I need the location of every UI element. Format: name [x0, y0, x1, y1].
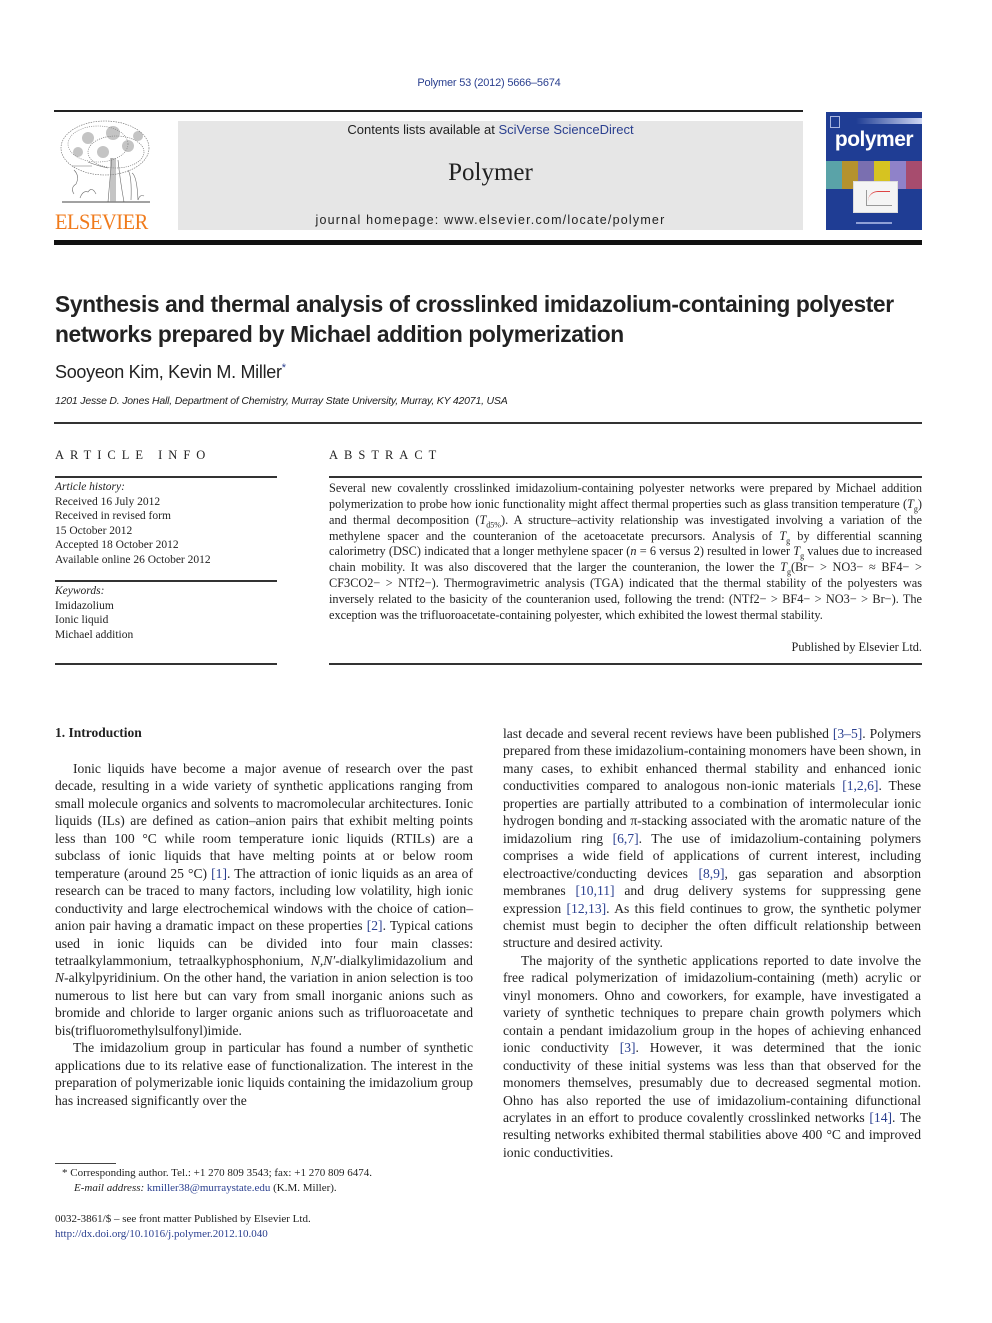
email-link[interactable]: kmiller38@murraystate.edu [147, 1182, 270, 1194]
cover-footer-mark [856, 222, 892, 224]
author-names: Sooyeon Kim, Kevin M. Miller [55, 362, 282, 382]
published-by: Published by Elsevier Ltd. [791, 640, 922, 654]
article-title: Synthesis and thermal analysis of crossl… [55, 291, 894, 347]
keyword: Michael addition [55, 628, 134, 641]
tg-symbol: T [780, 560, 787, 575]
journal-reference[interactable]: Polymer 53 (2012) 5666–5674 [0, 77, 978, 89]
citation-link[interactable]: [8,9] [698, 866, 724, 881]
keywords-label: Keywords: [55, 585, 105, 597]
abstract-text: Several new covalently crosslinked imida… [329, 481, 922, 624]
divider [55, 663, 277, 665]
front-matter: 0032-3861/$ – see front matter Published… [55, 1212, 311, 1242]
citation-link[interactable]: [3–5] [833, 726, 862, 741]
issn-line: 0032-3861/$ – see front matter Published… [55, 1213, 311, 1225]
divider [329, 476, 922, 478]
divider [329, 663, 922, 665]
paragraph: The majority of the synthetic applicatio… [503, 952, 921, 1161]
history-item: 15 October 2012 [55, 524, 133, 537]
text: Ionic liquids have become a major avenue… [55, 761, 473, 881]
history-item: Received 16 July 2012 [55, 495, 161, 508]
history-item: Received in revised form [55, 510, 171, 522]
cover-title: polymer [834, 128, 914, 151]
corresponding-author-mark[interactable]: * [282, 362, 286, 374]
text: -alkylpyridinium. On the other hand, the… [55, 970, 473, 1038]
cover-bar [856, 118, 922, 124]
authors: Sooyeon Kim, Kevin M. Miller* [55, 362, 286, 383]
divider [54, 422, 922, 424]
journal-cover[interactable]: polymer [826, 112, 922, 230]
history-item: Available online 26 October 2012 [55, 553, 211, 566]
corresponding-author-footnote: * Corresponding author. Tel.: +1 270 809… [62, 1166, 372, 1196]
article-history: Article history: Received 16 July 2012 R… [55, 480, 277, 567]
introduction-right-column: last decade and several recent reviews h… [503, 725, 921, 1161]
citation-link[interactable]: [12,13] [567, 901, 607, 916]
journal-homepage[interactable]: journal homepage: www.elsevier.com/locat… [178, 213, 803, 227]
text: N,N′ [310, 952, 336, 968]
paragraph: last decade and several recent reviews h… [503, 725, 921, 952]
citation-link[interactable]: [14] [869, 1110, 892, 1125]
contents-line: Contents lists available at SciVerse Sci… [178, 121, 803, 137]
citation-link[interactable]: [3] [620, 1040, 636, 1055]
abstract-segment: Several new covalently crosslinked imida… [329, 481, 922, 511]
cover-plot-image [853, 181, 898, 213]
citation-link[interactable]: [1] [211, 866, 227, 881]
paragraph: Ionic liquids have become a major avenue… [55, 760, 473, 1039]
elsevier-logo[interactable]: ELSEVIER [54, 118, 156, 234]
text: last decade and several recent reviews h… [503, 726, 833, 741]
text: N [55, 970, 65, 986]
text: -dialkylimidazolium and [335, 952, 473, 968]
header-thick-rule [54, 240, 922, 245]
introduction-heading: 1. Introduction [55, 725, 142, 740]
paragraph: The imidazolium group in particular has … [55, 1040, 473, 1108]
journal-title: Polymer [448, 159, 533, 186]
citation-link[interactable]: [1,2,6] [842, 778, 878, 793]
footnote-rule [55, 1163, 116, 1164]
elsevier-mini-logo [830, 116, 840, 128]
email-label: E-mail address: [74, 1182, 145, 1194]
abstract-segment: = 6 versus 2) resulted in lower [636, 544, 794, 559]
affiliation: 1201 Jesse D. Jones Hall, Department of … [55, 395, 508, 407]
top-rule [54, 110, 803, 112]
divider [55, 476, 277, 478]
abstract-heading: ABSTRACT [329, 448, 443, 462]
history-item: Accepted 18 October 2012 [55, 539, 179, 551]
keyword: Imidazolium [55, 599, 114, 612]
history-label: Article history: [55, 481, 125, 493]
doi-link[interactable]: http://dx.doi.org/10.1016/j.polymer.2012… [55, 1228, 268, 1240]
citation-link[interactable]: [2] [367, 918, 383, 933]
keyword: Ionic liquid [55, 614, 109, 626]
footnote-text: Corresponding author. Tel.: +1 270 809 3… [67, 1167, 372, 1179]
citation-link[interactable]: [10,11] [575, 883, 614, 898]
journal-header: Contents lists available at SciVerse Sci… [178, 121, 803, 230]
contents-prefix: Contents lists available at [347, 122, 499, 137]
keywords: Keywords: Imidazolium Ionic liquid Micha… [55, 584, 277, 642]
sciencedirect-link[interactable]: SciVerse ScienceDirect [498, 122, 633, 137]
introduction-left-column: Ionic liquids have become a major avenue… [55, 760, 473, 1109]
tree-icon [60, 120, 150, 203]
tg-symbol: T [907, 496, 914, 511]
email-suffix: (K.M. Miller). [270, 1182, 337, 1194]
elsevier-wordmark: ELSEVIER [54, 209, 148, 234]
divider [55, 580, 277, 582]
article-info-heading: ARTICLE INFO [55, 448, 212, 462]
citation-link[interactable]: [6,7] [613, 831, 639, 846]
